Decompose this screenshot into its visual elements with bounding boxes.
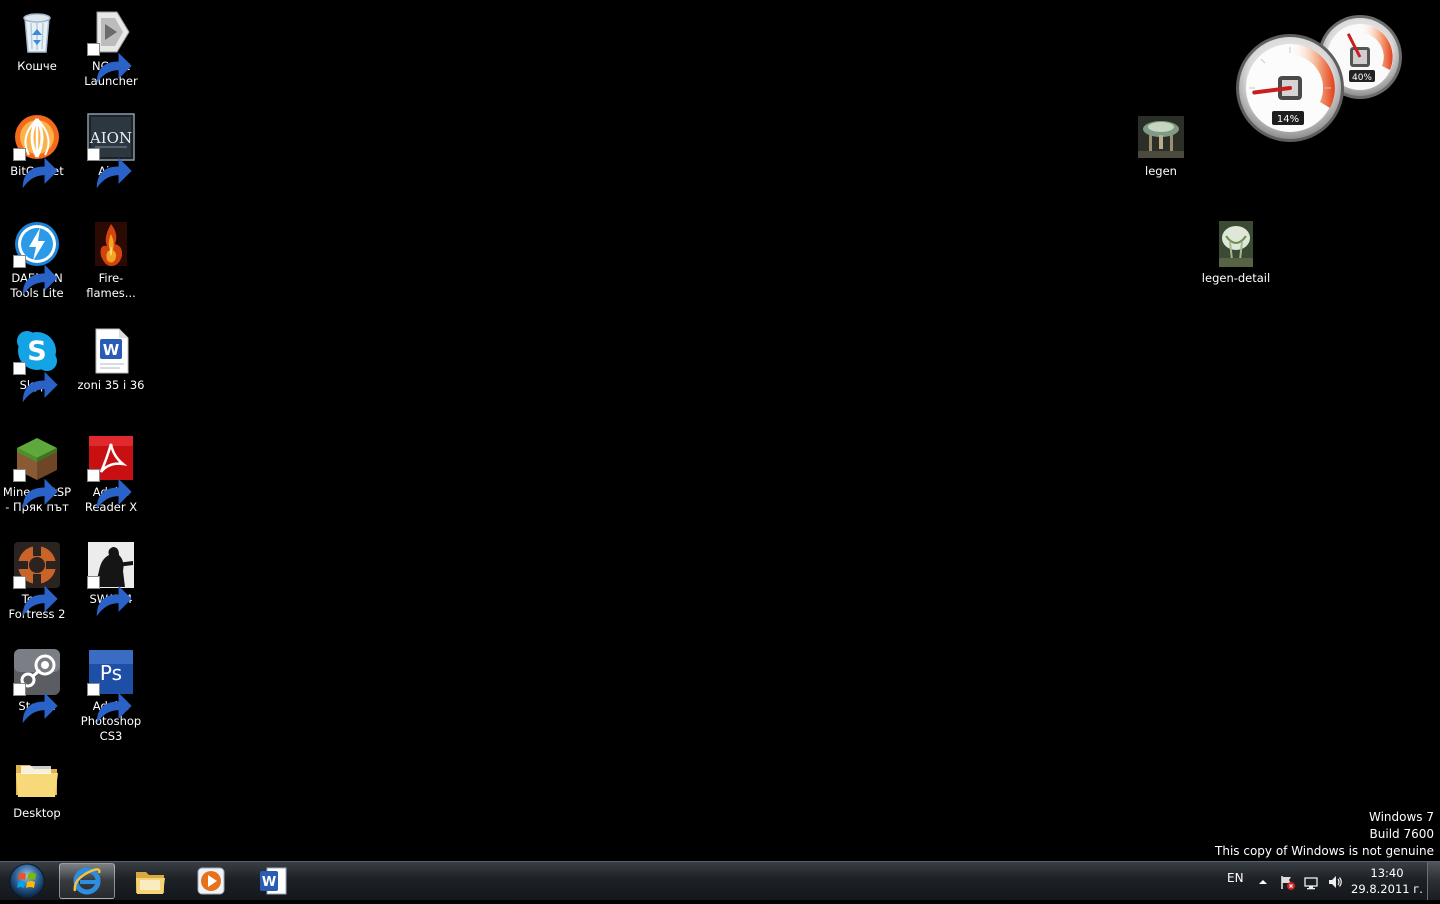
desktop-icon-zoni-document[interactable]: W zoni 35 i 36: [74, 327, 148, 393]
fire-flames-image-icon: [87, 220, 135, 268]
network-icon[interactable]: [1303, 874, 1319, 890]
svg-text:W: W: [262, 875, 276, 890]
shortcut-arrow-icon: [13, 576, 58, 617]
bitcomet-icon: [13, 113, 61, 189]
shortcut-arrow-icon: [87, 43, 132, 84]
desktop-icon-label: legen-detail: [1201, 271, 1271, 285]
cpu-meter-gadget[interactable]: 40% 14%: [1232, 14, 1406, 144]
shortcut-arrow-icon: [13, 362, 58, 403]
volume-icon[interactable]: [1327, 874, 1343, 890]
desktop-icon-label: legen: [1145, 164, 1177, 178]
desktop-icon-fire-flames[interactable]: Fire-flames...: [74, 220, 148, 301]
watermark-genuine-notice: This copy of Windows is not genuine: [1215, 844, 1434, 858]
memory-percent-text: 40%: [1352, 73, 1372, 83]
desktop-icon-legen-detail[interactable]: legen-detail: [1199, 220, 1273, 286]
desktop-icon-label: Кошче: [17, 59, 57, 73]
taskbar-media-player[interactable]: [183, 863, 239, 899]
shortcut-arrow-icon: [13, 683, 58, 724]
desktop-icon-aion[interactable]: AION Aion: [74, 113, 148, 189]
internet-explorer-icon: [73, 867, 101, 895]
desktop-icon-ncsoft-launcher[interactable]: NCsoft Launcher: [74, 8, 148, 89]
svg-text:Ps: Ps: [100, 661, 122, 685]
steam-icon: [13, 648, 61, 724]
folder-icon: [13, 755, 61, 803]
shortcut-arrow-icon: [87, 148, 132, 189]
taskbar: W EN 13:40 29.8.2011 г.: [0, 861, 1440, 900]
desktop-icon-daemon-tools[interactable]: DAEMON Tools Lite: [0, 220, 74, 301]
image-thumbnail-icon: [1137, 113, 1185, 161]
adobe-reader-icon: [87, 434, 135, 510]
photoshop-icon: Ps: [87, 648, 135, 724]
cpu-percent-text: 14%: [1277, 114, 1299, 125]
media-player-icon: [197, 867, 225, 895]
watermark-build: Build 7600: [1369, 827, 1434, 841]
cpu-gauge: 14%: [1236, 34, 1344, 142]
shortcut-arrow-icon: [87, 469, 132, 510]
daemon-tools-icon: [13, 220, 61, 296]
aion-icon: AION: [87, 113, 135, 189]
desktop-icon-adobe-reader[interactable]: Adobe Reader X: [74, 434, 148, 515]
shortcut-arrow-icon: [13, 469, 58, 510]
start-button[interactable]: [6, 862, 48, 900]
watermark-os: Windows 7: [1368, 810, 1434, 824]
taskbar-internet-explorer[interactable]: [59, 863, 115, 899]
windows-watermark: Windows 7 Build 7600 This copy of Window…: [1215, 809, 1434, 860]
desktop-icon-label: zoni 35 i 36: [77, 378, 145, 392]
desktop-icon-team-fortress-2[interactable]: Team Fortress 2: [0, 541, 74, 622]
chevron-up-icon: [1259, 880, 1267, 884]
desktop-icon-swat4[interactable]: SWAT 4: [74, 541, 148, 617]
desktop-icon-recycle-bin[interactable]: Кошче: [0, 8, 74, 74]
show-hidden-icons-button[interactable]: [1255, 874, 1271, 890]
minecraft-icon: [13, 434, 61, 510]
swat4-icon: [87, 541, 135, 617]
action-center-icon[interactable]: [1279, 874, 1295, 890]
shortcut-arrow-icon: [13, 148, 58, 189]
desktop-icon-minecraft[interactable]: MinecraftSP - Пряк път: [0, 434, 74, 515]
desktop-icon-bitcomet[interactable]: BitComet: [0, 113, 74, 189]
svg-text:W: W: [103, 341, 120, 359]
windows-orb-icon: [9, 863, 45, 899]
taskbar-windows-explorer[interactable]: [122, 863, 178, 899]
desktop-icon-desktop-folder[interactable]: Desktop: [0, 755, 74, 821]
clock-date: 29.8.2011 г.: [1351, 882, 1423, 896]
taskbar-microsoft-word[interactable]: W: [245, 863, 301, 899]
recycle-bin-icon: [13, 8, 61, 56]
show-desktop-button[interactable]: [1427, 862, 1440, 900]
word-document-icon: W: [87, 327, 135, 375]
image-thumbnail-icon: [1212, 220, 1260, 268]
shortcut-arrow-icon: [13, 255, 58, 296]
windows-explorer-icon: [136, 872, 165, 894]
desktop-icon-steam[interactable]: Steam: [0, 648, 74, 724]
desktop-icon-skype[interactable]: S Skype: [0, 327, 74, 403]
ncsoft-launcher-icon: [87, 8, 135, 84]
desktop-icon-label: Fire-flames...: [86, 271, 136, 300]
clock-time: 13:40: [1370, 866, 1404, 880]
language-indicator[interactable]: EN: [1227, 871, 1244, 885]
taskbar-clock[interactable]: 13:40 29.8.2011 г.: [1350, 865, 1424, 897]
desktop-icon-photoshop[interactable]: Ps Adobe Photoshop CS3: [74, 648, 148, 744]
svg-text:AION: AION: [89, 129, 132, 147]
desktop-icon-legen[interactable]: legen: [1124, 113, 1198, 179]
shortcut-arrow-icon: [87, 576, 132, 617]
shortcut-arrow-icon: [87, 683, 132, 724]
skype-icon: S: [13, 327, 61, 403]
word-icon: W: [260, 867, 287, 895]
team-fortress-icon: [13, 541, 61, 617]
desktop[interactable]: Кошче BitComet DA: [0, 0, 1440, 861]
desktop-icon-label: Desktop: [13, 806, 61, 820]
